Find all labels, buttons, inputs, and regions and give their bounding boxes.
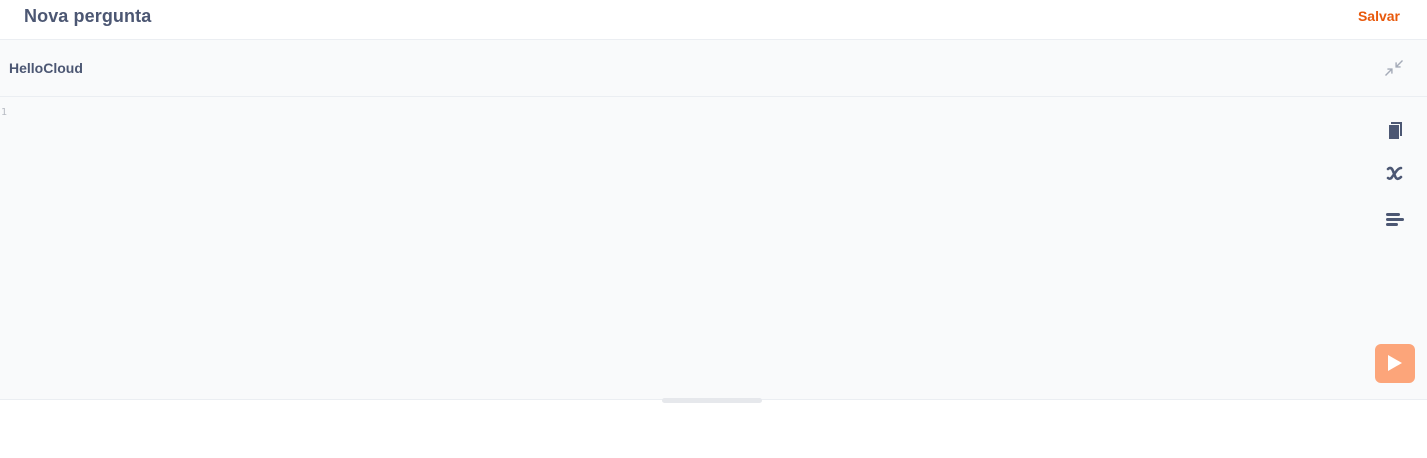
save-button[interactable]: Salvar <box>1358 8 1400 24</box>
play-icon <box>1388 355 1402 371</box>
sql-editor: 1 <box>0 97 1427 400</box>
variables-button[interactable] <box>1384 162 1406 184</box>
run-query-button[interactable] <box>1375 344 1415 383</box>
book-icon <box>1389 122 1402 139</box>
native-query-page: Nova pergunta Salvar HelloCloud 1 <box>0 0 1427 458</box>
page-title: Nova pergunta <box>24 6 152 26</box>
variable-icon <box>1386 166 1403 181</box>
data-reference-button[interactable] <box>1384 119 1406 141</box>
database-selector[interactable]: HelloCloud <box>9 60 83 76</box>
line-number: 1 <box>1 107 8 118</box>
database-bar: HelloCloud <box>0 40 1427 97</box>
collapse-editor-button[interactable] <box>1384 58 1404 78</box>
collapse-icon <box>1385 60 1403 76</box>
code-input[interactable] <box>14 103 1367 349</box>
editor-resize-handle[interactable] <box>662 398 762 403</box>
snippet-icon <box>1386 213 1404 226</box>
snippets-button[interactable] <box>1384 208 1406 230</box>
header-bar: Nova pergunta Salvar <box>0 0 1427 40</box>
